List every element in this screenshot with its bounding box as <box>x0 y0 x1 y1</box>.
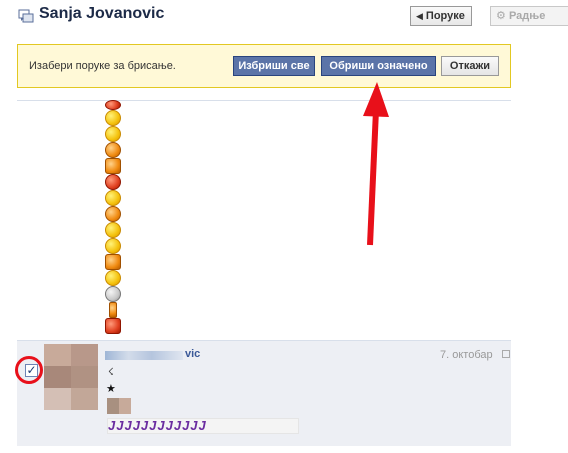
emoji-icon <box>105 238 121 254</box>
actions-label: Радње <box>508 10 546 22</box>
emoji-icon <box>105 126 121 142</box>
delete-prompt: Изабери поруке за брисање. <box>29 60 176 72</box>
actions-dropdown[interactable]: ⚙ Радње <box>490 6 568 26</box>
delete-selected-button[interactable]: Обриши означено <box>321 56 436 76</box>
page-title: Sanja Jovanovic <box>39 5 165 22</box>
j-symbols-strip: JJJJJJJJJJJJ <box>107 418 299 434</box>
messages-icon <box>18 9 34 23</box>
emoji-icon <box>105 222 121 238</box>
emoji-icon <box>105 190 121 206</box>
divider <box>17 100 511 101</box>
gear-icon: ⚙ <box>496 10 506 22</box>
emoji-icon <box>105 270 121 286</box>
avatar[interactable] <box>44 344 98 410</box>
attached-image <box>119 398 131 414</box>
emoji-icon <box>105 142 121 158</box>
emoji-icon <box>109 302 117 318</box>
red-arrow-annotation <box>363 82 389 246</box>
chat-bubble-icon <box>502 350 510 358</box>
delete-confirmation-bar: Изабери поруке за брисање. Избриши све О… <box>17 44 511 88</box>
cancel-button[interactable]: Откажи <box>441 56 499 76</box>
emoji-icon <box>105 318 121 334</box>
emoji-icon <box>105 254 121 270</box>
delete-all-button[interactable]: Избриши све <box>233 56 315 76</box>
chevron-left-icon: ◀ <box>416 11 423 21</box>
emoji-icon <box>105 158 121 174</box>
red-circle-annotation <box>15 356 43 384</box>
emoji-icon <box>105 174 121 190</box>
back-to-messages-button[interactable]: ◀ Поруке <box>410 6 472 26</box>
message-date: 7. октобар <box>440 349 493 361</box>
sender-name-blur <box>105 351 183 360</box>
message-text-line: ★ <box>106 383 116 395</box>
sender-name-suffix: vic <box>185 348 201 360</box>
emoji-icon <box>105 100 121 110</box>
message-text-line: ☇ <box>108 367 114 378</box>
emoji-icon <box>105 110 121 126</box>
attached-image <box>107 398 119 414</box>
messages-button-label: Поруке <box>425 10 465 22</box>
emoji-icon <box>105 206 121 222</box>
emoji-icon <box>105 286 121 302</box>
sender-name[interactable]: vic <box>105 348 205 361</box>
